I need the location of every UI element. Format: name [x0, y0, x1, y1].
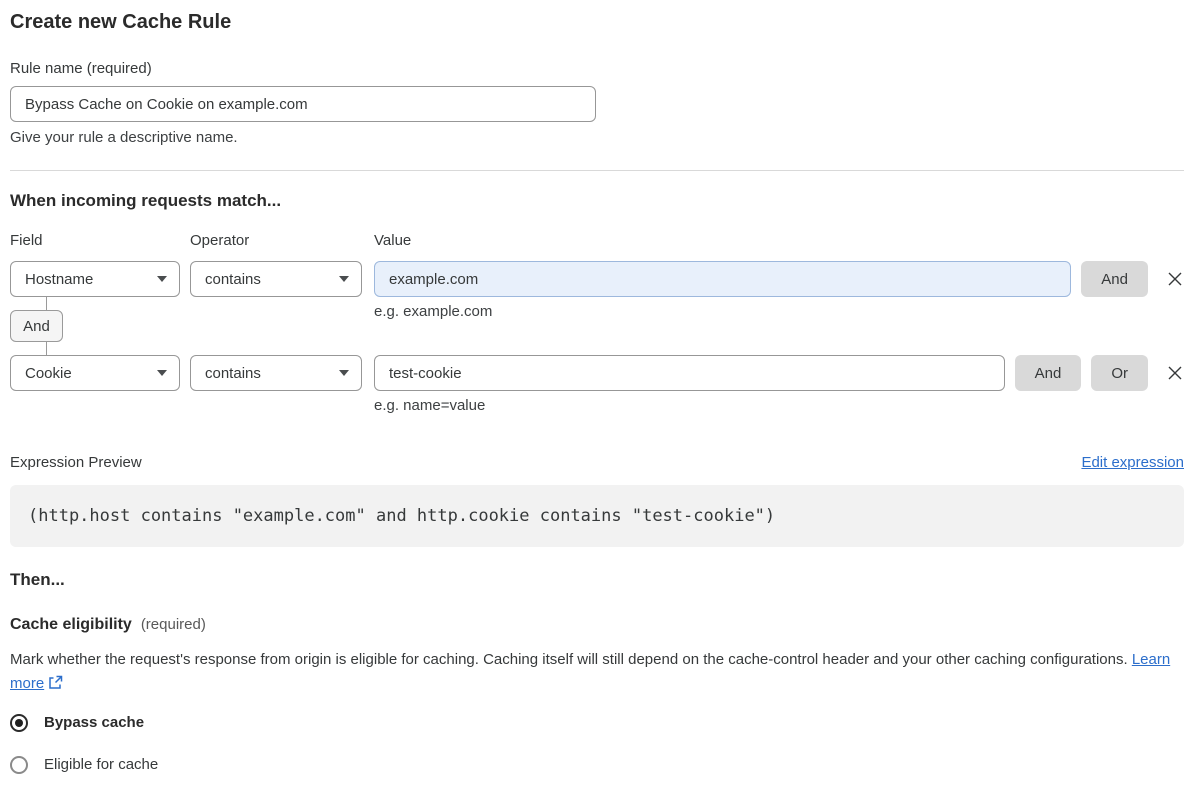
expression-code-block: (http.host contains "example.com" and ht…: [10, 485, 1184, 547]
field-select-1-value: Hostname: [25, 270, 94, 288]
connector-line: [46, 297, 47, 310]
expression-preview-label: Expression Preview: [10, 454, 142, 471]
match-column-headers: Field Operator Value: [10, 232, 1184, 250]
operator-select-2-value: contains: [205, 364, 261, 382]
operator-column-label: Operator: [190, 232, 250, 249]
chevron-down-icon: [157, 276, 167, 282]
section-divider: [10, 170, 1184, 171]
and-button-row-2[interactable]: And: [1014, 355, 1082, 391]
then-heading: Then...: [10, 570, 65, 589]
rule-name-helper: Give your rule a descriptive name.: [10, 129, 238, 146]
cache-eligibility-heading-row: Cache eligibility (required): [10, 615, 1184, 634]
operator-select-1-value: contains: [205, 270, 261, 288]
value-hint-1: e.g. example.com: [374, 303, 493, 320]
radio-option-1[interactable]: Eligible for cache: [10, 755, 1184, 775]
page-title: Create new Cache Rule: [10, 11, 232, 33]
expression-preview-header: Expression Preview Edit expression: [10, 454, 1184, 472]
remove-row-2-button[interactable]: [1166, 364, 1184, 382]
radio-icon[interactable]: [10, 714, 28, 732]
remove-row-1-button[interactable]: [1166, 270, 1184, 288]
cache-eligibility-description: Mark whether the request's response from…: [10, 648, 1184, 696]
match-heading: When incoming requests match...: [10, 191, 282, 210]
expression-code: (http.host contains "example.com" and ht…: [28, 506, 776, 526]
rule-name-label: Rule name (required): [10, 60, 152, 77]
radio-option-1-label: Eligible for cache: [44, 756, 159, 773]
external-link-icon: [49, 675, 63, 689]
radio-option-0-label: Bypass cache: [44, 714, 145, 731]
match-row-2: Cookie contains And Or: [10, 355, 1184, 391]
close-icon: [1168, 366, 1182, 380]
field-select-1[interactable]: Hostname: [10, 261, 180, 297]
value-input-2[interactable]: [374, 355, 1005, 391]
chevron-down-icon: [157, 370, 167, 376]
value-hint-2: e.g. name=value: [374, 397, 486, 414]
edit-expression-link[interactable]: Edit expression: [1081, 454, 1184, 472]
chevron-down-icon: [339, 370, 349, 376]
create-cache-rule-page: Create new Cache Rule Rule name (require…: [0, 0, 1200, 793]
field-column-label: Field: [10, 232, 43, 249]
value-column-label: Value: [374, 232, 412, 249]
connector-and-button[interactable]: And: [10, 310, 63, 342]
row-connector-area: And e.g. example.com: [10, 297, 1184, 355]
cache-eligibility-heading: Cache eligibility: [10, 616, 132, 633]
field-select-2[interactable]: Cookie: [10, 355, 180, 391]
and-button-row-1[interactable]: And: [1081, 261, 1148, 297]
match-row-1: Hostname contains And: [10, 261, 1184, 297]
field-select-2-value: Cookie: [25, 364, 72, 382]
chevron-down-icon: [339, 276, 349, 282]
description-text: Mark whether the request's response from…: [10, 651, 1128, 668]
connector-line: [46, 342, 47, 355]
or-button-row-2[interactable]: Or: [1091, 355, 1148, 391]
value-input-1[interactable]: [374, 261, 1072, 297]
radio-option-0[interactable]: Bypass cache: [10, 713, 1184, 733]
operator-select-2[interactable]: contains: [190, 355, 362, 391]
close-icon: [1168, 272, 1182, 286]
operator-select-1[interactable]: contains: [190, 261, 362, 297]
rule-name-input[interactable]: [10, 86, 596, 122]
radio-icon[interactable]: [10, 756, 28, 774]
required-note: (required): [140, 616, 206, 633]
